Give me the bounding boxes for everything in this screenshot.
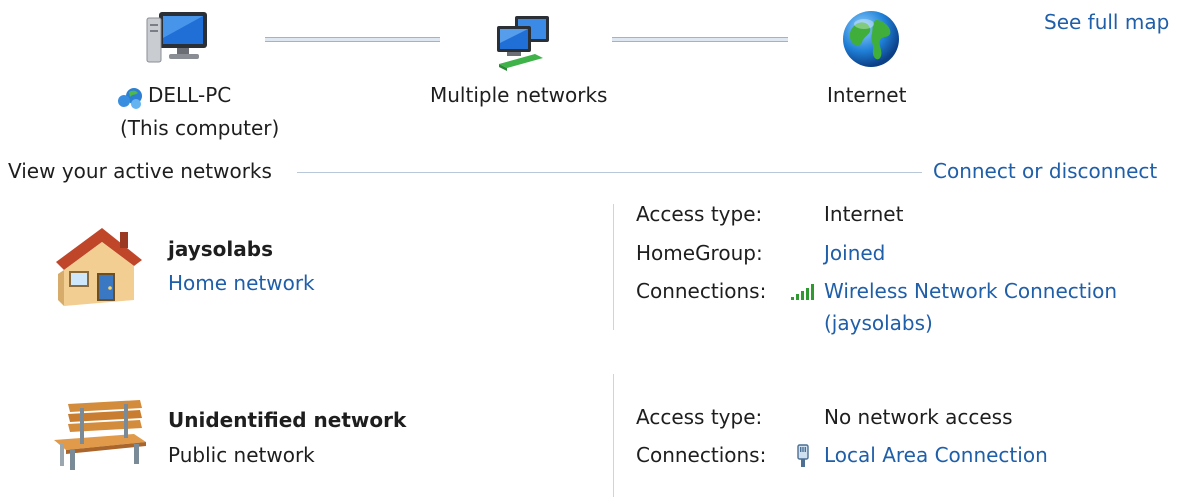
access-type-value: No network access	[824, 405, 1013, 429]
network-type: Public network	[168, 443, 315, 467]
network-type-link[interactable]: Home network	[168, 271, 315, 295]
map-link-line	[265, 37, 440, 42]
wireless-connection-ssid-link[interactable]: (jaysolabs)	[824, 311, 933, 335]
access-type-label: Access type:	[636, 202, 763, 226]
park-bench-icon[interactable]	[50, 398, 150, 474]
local-area-connection-link[interactable]: Local Area Connection	[824, 443, 1048, 467]
connect-or-disconnect-link[interactable]: Connect or disconnect	[933, 159, 1157, 183]
homegroup-label: HomeGroup:	[636, 241, 763, 265]
column-divider	[613, 374, 614, 497]
network-name: jaysolabs	[168, 237, 273, 261]
map-link-line	[612, 37, 788, 42]
globe-icon[interactable]	[840, 8, 902, 70]
wifi-signal-icon	[791, 284, 814, 300]
computer-name: DELL-PC	[148, 83, 232, 107]
column-divider	[613, 204, 614, 330]
house-icon[interactable]	[50, 222, 146, 310]
multiple-networks-label: Multiple networks	[430, 83, 608, 107]
network-status-icon	[118, 88, 142, 109]
connections-label: Connections:	[636, 443, 767, 467]
section-title: View your active networks	[8, 159, 272, 183]
computer-icon[interactable]	[145, 8, 211, 66]
see-full-map-link[interactable]: See full map	[1044, 10, 1169, 34]
ethernet-plug-icon	[797, 444, 809, 467]
connections-label: Connections:	[636, 279, 767, 303]
wireless-connection-link[interactable]: Wireless Network Connection	[824, 279, 1117, 303]
homegroup-link[interactable]: Joined	[824, 241, 885, 265]
section-divider	[297, 172, 922, 173]
computer-subtitle: (This computer)	[120, 116, 280, 140]
network-name: Unidentified network	[168, 408, 407, 432]
access-type-value: Internet	[824, 202, 904, 226]
internet-label: Internet	[827, 83, 907, 107]
multiple-networks-icon[interactable]	[491, 10, 557, 72]
access-type-label: Access type:	[636, 405, 763, 429]
